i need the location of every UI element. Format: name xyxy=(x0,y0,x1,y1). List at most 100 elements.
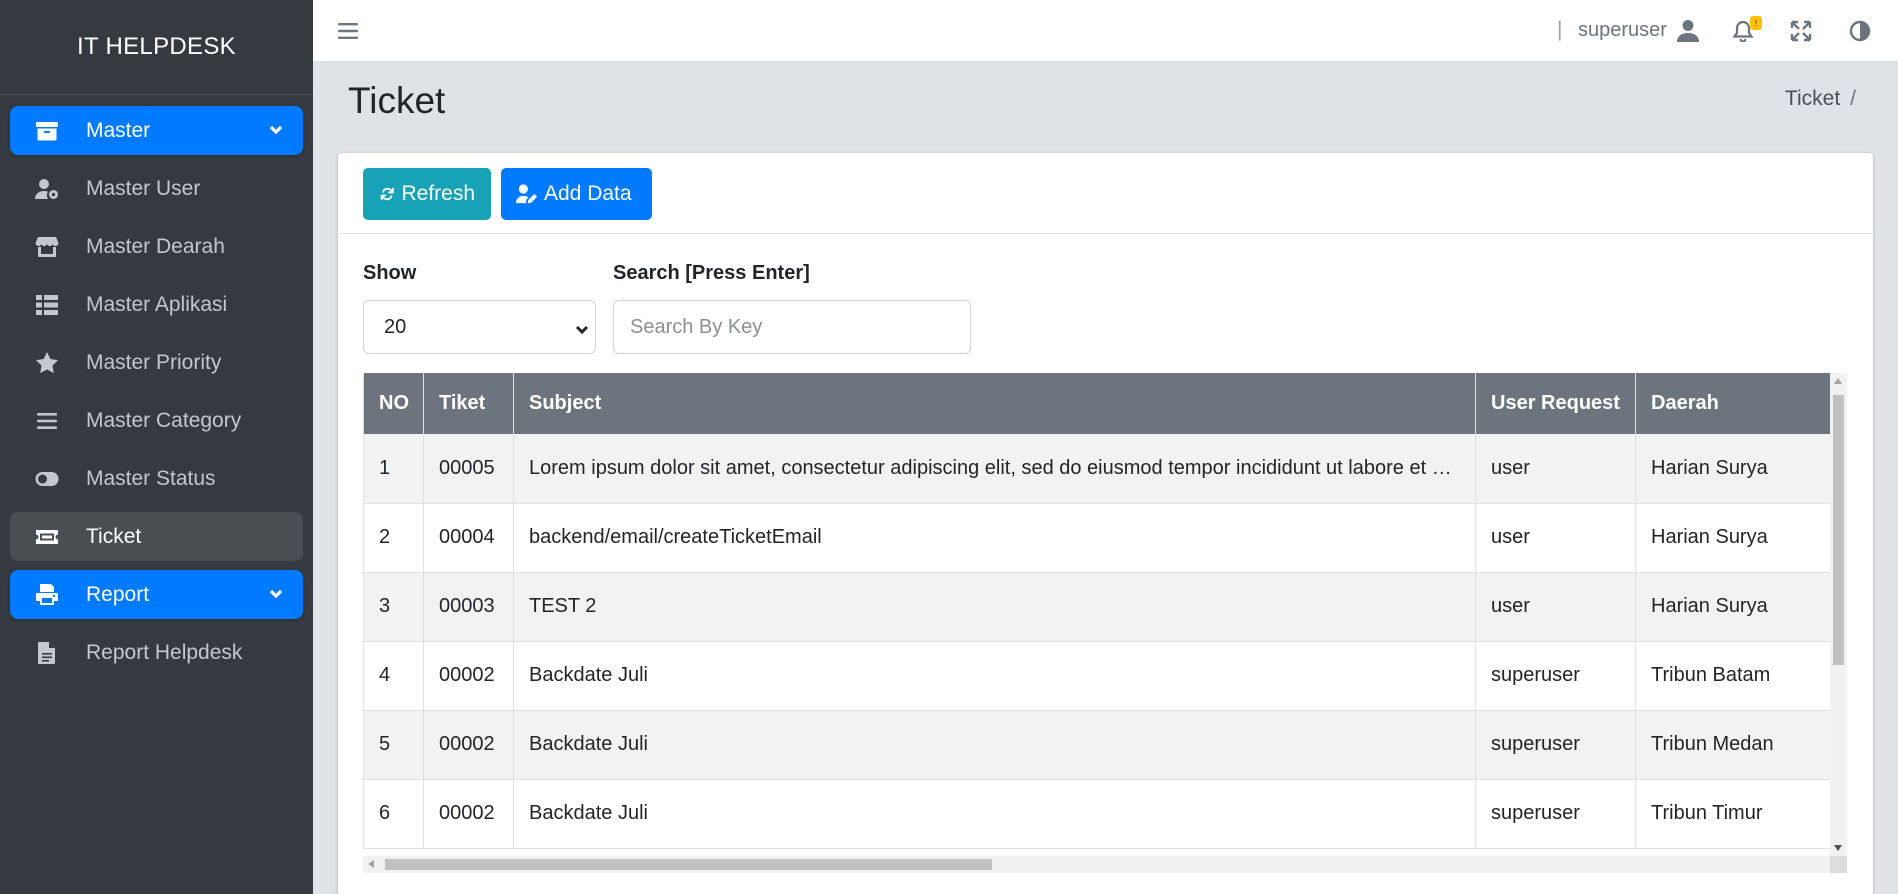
cell-subject: backend/email/createTicketEmail xyxy=(513,503,1476,573)
cell-daerah: Tribun Timur xyxy=(1635,779,1831,849)
column-header-subject[interactable]: Subject xyxy=(513,373,1476,434)
scrollbar-thumb[interactable] xyxy=(385,859,992,870)
sidebar-item-label: Master User xyxy=(86,176,201,200)
cell-no: 1 xyxy=(363,434,424,504)
user-edit-icon xyxy=(516,184,538,204)
search-input[interactable] xyxy=(613,300,971,354)
sidebar-item-label: Master Category xyxy=(86,408,242,432)
cell-no: 3 xyxy=(363,572,424,642)
sidebar-item-label: Report Helpdesk xyxy=(86,640,243,664)
refresh-button-label: Refresh xyxy=(401,182,475,205)
sidebar-item-label: Master Status xyxy=(86,466,216,490)
topbar-username[interactable]: superuser xyxy=(1578,19,1667,42)
chevron-down-icon xyxy=(267,121,285,139)
star-icon xyxy=(34,350,60,376)
table-row[interactable]: 2 00004 backend/email/createTicketEmail … xyxy=(363,503,1831,573)
cell-tiket: 00003 xyxy=(423,572,514,642)
table-row[interactable]: 1 00005 Lorem ipsum dolor sit amet, cons… xyxy=(363,434,1831,504)
sync-icon xyxy=(380,187,394,201)
cell-daerah: Harian Surya xyxy=(1635,572,1831,642)
cell-user-request: user xyxy=(1475,572,1636,642)
cell-subject: TEST 2 xyxy=(513,572,1476,642)
ticket-table: NO Tiket Subject User Request Daerah 1 0… xyxy=(363,373,1831,849)
table-row[interactable]: 4 00002 Backdate Juli superuser Tribun B… xyxy=(363,641,1831,711)
sidebar-nav: Master Master User Master Dearah Master … xyxy=(0,95,313,677)
topbar-separator: | xyxy=(1557,18,1563,41)
table-vertical-scrollbar[interactable] xyxy=(1830,373,1847,856)
table-row[interactable]: 3 00003 TEST 2 user Harian Surya xyxy=(363,572,1831,642)
cell-daerah: Harian Surya xyxy=(1635,434,1831,504)
cell-daerah: Harian Surya xyxy=(1635,503,1831,573)
chevron-down-icon xyxy=(267,585,285,603)
table-row[interactable]: 5 00002 Backdate Juli superuser Tribun M… xyxy=(363,710,1831,780)
contrast-icon[interactable] xyxy=(1849,20,1871,42)
cell-no: 4 xyxy=(363,641,424,711)
chevron-down-icon xyxy=(574,320,590,336)
sidebar-item-master-priority[interactable]: Master Priority xyxy=(10,338,303,387)
brand-title[interactable]: IT HELPDESK xyxy=(0,0,313,95)
scrollbar-thumb[interactable] xyxy=(1833,395,1844,665)
sidebar-item-report-helpdesk[interactable]: Report Helpdesk xyxy=(10,628,303,677)
refresh-button[interactable]: Refresh xyxy=(363,168,491,220)
sidebar-item-label: Ticket xyxy=(86,524,142,548)
page-size-select[interactable]: 20 xyxy=(363,300,596,354)
add-data-button-label: Add Data xyxy=(544,182,632,205)
cell-no: 2 xyxy=(363,503,424,573)
card-header: Refresh Add Data xyxy=(338,153,1873,234)
topbar: | superuser ! xyxy=(313,0,1898,62)
scroll-down-arrow-icon[interactable] xyxy=(1834,845,1842,851)
store-icon xyxy=(34,234,60,260)
table-horizontal-scrollbar[interactable] xyxy=(363,856,1847,873)
user-gear-icon xyxy=(34,176,60,202)
cell-no: 6 xyxy=(363,779,424,849)
sidebar-item-master-status[interactable]: Master Status xyxy=(10,454,303,503)
breadcrumb-item-ticket[interactable]: Ticket xyxy=(1785,87,1840,110)
scroll-left-arrow-icon[interactable] xyxy=(368,860,374,868)
notification-badge: ! xyxy=(1750,16,1762,30)
sidebar-item-master[interactable]: Master xyxy=(10,106,303,155)
sidebar-item-master-user[interactable]: Master User xyxy=(10,164,303,213)
sidebar-item-label: Master xyxy=(86,118,151,142)
cell-daerah: Tribun Batam xyxy=(1635,641,1831,711)
cell-user-request: user xyxy=(1475,503,1636,573)
search-label: Search [Press Enter] xyxy=(613,262,810,284)
column-header-no[interactable]: NO xyxy=(363,373,424,434)
sidebar-item-report[interactable]: Report xyxy=(10,570,303,619)
column-header-user-request[interactable]: User Request xyxy=(1475,373,1636,434)
cell-tiket: 00002 xyxy=(423,710,514,780)
sidebar-item-ticket[interactable]: Ticket xyxy=(10,512,303,561)
cell-tiket: 00004 xyxy=(423,503,514,573)
sidebar-item-master-aplikasi[interactable]: Master Aplikasi xyxy=(10,280,303,329)
cell-user-request: superuser xyxy=(1475,641,1636,711)
table-list-icon xyxy=(34,292,60,318)
sidebar-item-master-dearah[interactable]: Master Dearah xyxy=(10,222,303,271)
sidebar-item-label: Report xyxy=(86,582,150,606)
printer-icon xyxy=(34,582,60,608)
breadcrumb: Ticket / xyxy=(1785,87,1856,111)
cell-tiket: 00002 xyxy=(423,779,514,849)
ticket-table-container: NO Tiket Subject User Request Daerah 1 0… xyxy=(363,373,1855,873)
cell-subject: Backdate Juli xyxy=(513,710,1476,780)
toggle-icon xyxy=(34,466,60,492)
table-row[interactable]: 6 00002 Backdate Juli superuser Tribun T… xyxy=(363,779,1831,849)
column-header-daerah[interactable]: Daerah xyxy=(1635,373,1831,434)
file-icon xyxy=(34,640,60,666)
cell-daerah: Tribun Medan xyxy=(1635,710,1831,780)
hamburger-menu-icon[interactable] xyxy=(337,20,359,42)
cell-user-request: superuser xyxy=(1475,710,1636,780)
breadcrumb-separator: / xyxy=(1850,87,1856,110)
ticket-card: Refresh Add Data Show Search [Press Ente… xyxy=(338,153,1873,894)
ticket-icon xyxy=(34,524,60,550)
add-data-button[interactable]: Add Data xyxy=(501,168,652,220)
sidebar-item-label: Master Aplikasi xyxy=(86,292,228,316)
user-icon[interactable] xyxy=(1677,19,1699,43)
sidebar-item-master-category[interactable]: Master Category xyxy=(10,396,303,445)
cell-user-request: superuser xyxy=(1475,779,1636,849)
sidebar-item-label: Master Priority xyxy=(86,350,222,374)
cell-tiket: 00002 xyxy=(423,641,514,711)
fullscreen-expand-icon[interactable] xyxy=(1790,20,1812,42)
sidebar: IT HELPDESK Master Master User Master De… xyxy=(0,0,313,894)
scroll-up-arrow-icon[interactable] xyxy=(1834,378,1842,384)
page-title: Ticket xyxy=(348,80,446,121)
column-header-tiket[interactable]: Tiket xyxy=(423,373,514,434)
